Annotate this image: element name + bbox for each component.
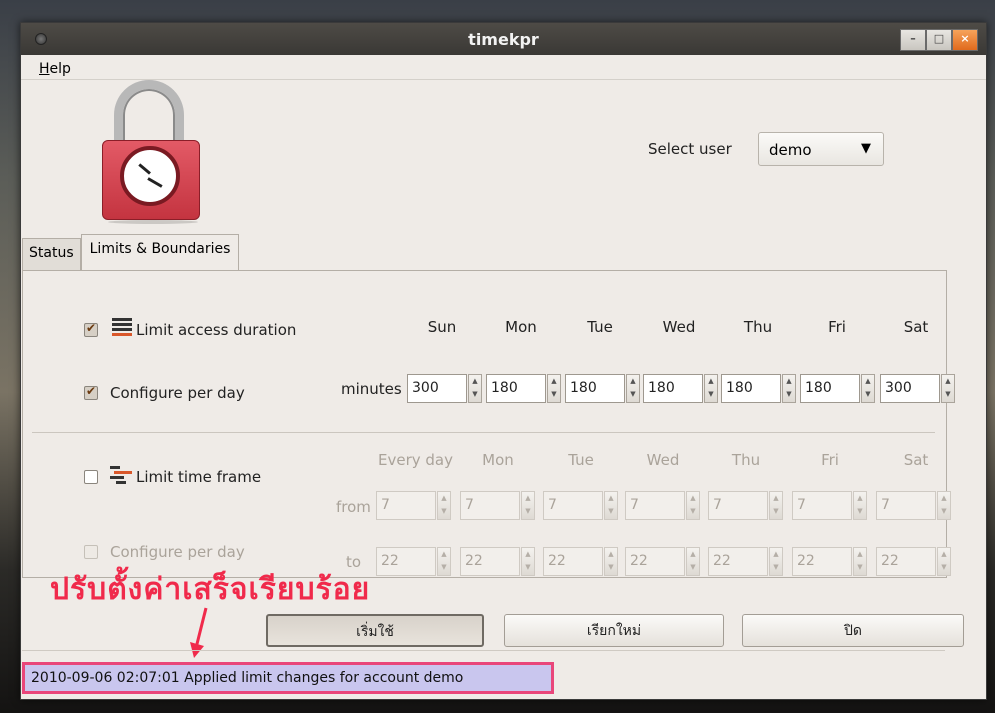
spinner-arrows-icon[interactable]: ▲ ▼ (604, 491, 618, 520)
spinner-arrows-icon[interactable]: ▲ ▼ (626, 374, 640, 403)
to-spinner[interactable]: 22 ▲ ▼ (708, 547, 784, 576)
tf-day-header: Fri (821, 451, 839, 469)
user-select[interactable]: demo ▼ (758, 132, 884, 166)
day-header: Sun (427, 318, 457, 336)
status-bar: 2010-09-06 02:07:01 Applied limit change… (22, 662, 554, 694)
title-bar[interactable]: timekpr – □ × (21, 23, 986, 55)
minutes-spinner-tue[interactable]: 180 ▲ ▼ (565, 374, 641, 403)
day-header: Fri (828, 318, 846, 336)
limit-access-label: Limit access duration (136, 321, 297, 339)
menu-help[interactable]: Help (39, 61, 71, 77)
select-user-label: Select user (648, 140, 732, 158)
spinner-arrows-icon[interactable]: ▲ ▼ (604, 547, 618, 576)
menu-bar: Help (21, 55, 986, 80)
tf-day-header: Tue (568, 451, 594, 469)
spinner-arrows-icon[interactable]: ▲ ▼ (547, 374, 561, 403)
from-spinner[interactable]: 7 ▲ ▼ (543, 491, 619, 520)
maximize-button[interactable]: □ (926, 29, 952, 51)
tf-day-header: Sat (903, 451, 929, 469)
to-spinner[interactable]: 22 ▲ ▼ (460, 547, 536, 576)
day-header: Wed (662, 318, 696, 336)
day-header: Thu (743, 318, 773, 336)
minutes-spinner-sat[interactable]: 300 ▲ ▼ (880, 374, 956, 403)
from-spinner[interactable]: 7 ▲ ▼ (625, 491, 701, 520)
tf-day-header: Mon (482, 451, 514, 469)
spinner-arrows-icon[interactable]: ▲ ▼ (861, 374, 875, 403)
spinner-arrows-icon[interactable]: ▲ ▼ (937, 491, 951, 520)
limit-time-frame-label: Limit time frame (136, 468, 262, 486)
to-spinner[interactable]: 22 ▲ ▼ (625, 547, 701, 576)
annotation-text: ปรับตั้งค่าเสร็จเรียบร้อย (50, 572, 371, 607)
from-spinner[interactable]: 7 ▲ ▼ (708, 491, 784, 520)
day-header: Tue (587, 318, 613, 336)
to-spinner[interactable]: 22 ▲ ▼ (543, 547, 619, 576)
minutes-spinner-thu[interactable]: 180 ▲ ▼ (721, 374, 797, 403)
limit-time-frame-checkbox[interactable] (84, 470, 98, 484)
close-button[interactable]: ปิด (742, 614, 964, 647)
timekpr-lock-logo-icon (102, 80, 200, 224)
day-header: Mon (505, 318, 537, 336)
tf-day-header: Wed (646, 451, 680, 469)
spinner-arrows-icon[interactable]: ▲ ▼ (686, 491, 700, 520)
spinner-arrows-icon[interactable]: ▲ ▼ (468, 374, 482, 403)
from-spinner[interactable]: 7 ▲ ▼ (376, 491, 452, 520)
minutes-spinner-sun[interactable]: 300 ▲ ▼ (407, 374, 483, 403)
spinner-arrows-icon[interactable]: ▲ ▼ (769, 547, 783, 576)
spinner-arrows-icon[interactable]: ▲ ▼ (782, 374, 796, 403)
limits-panel (22, 270, 947, 578)
spinner-arrows-icon[interactable]: ▲ ▼ (853, 491, 867, 520)
spinner-arrows-icon[interactable]: ▲ ▼ (704, 374, 718, 403)
minutes-spinner-wed[interactable]: 180 ▲ ▼ (643, 374, 719, 403)
minutes-spinner-mon[interactable]: 180 ▲ ▼ (486, 374, 562, 403)
spinner-arrows-icon[interactable]: ▲ ▼ (941, 374, 955, 403)
tab-limits-boundaries[interactable]: Limits & Boundaries (80, 234, 240, 271)
spinner-arrows-icon[interactable]: ▲ ▼ (437, 547, 451, 576)
spinner-arrows-icon[interactable]: ▲ ▼ (521, 491, 535, 520)
tf-day-header: Thu (731, 451, 761, 469)
spinner-arrows-icon[interactable]: ▲ ▼ (937, 547, 951, 576)
minutes-label: minutes (341, 380, 402, 398)
window-title: timekpr (468, 30, 539, 49)
user-select-value: demo (769, 141, 812, 159)
from-spinner[interactable]: 7 ▲ ▼ (460, 491, 536, 520)
to-spinner[interactable]: 22 ▲ ▼ (376, 547, 452, 576)
spinner-arrows-icon[interactable]: ▲ ▼ (521, 547, 535, 576)
to-spinner[interactable]: 22 ▲ ▼ (876, 547, 952, 576)
tf-configure-per-day-label: Configure per day (110, 543, 245, 561)
to-spinner[interactable]: 22 ▲ ▼ (792, 547, 868, 576)
limit-duration-icon (112, 318, 132, 338)
configure-per-day-label: Configure per day (110, 384, 245, 402)
every-day-header: Every day (378, 451, 453, 469)
limit-access-checkbox[interactable] (84, 321, 98, 337)
status-separator (22, 650, 945, 651)
apply-button[interactable]: เริ่มใช้ (266, 614, 484, 647)
close-window-button[interactable]: × (952, 29, 978, 51)
spinner-arrows-icon[interactable]: ▲ ▼ (769, 491, 783, 520)
configure-per-day-checkbox[interactable] (84, 384, 98, 400)
from-label: from (336, 498, 371, 516)
day-header: Sat (903, 318, 929, 336)
from-spinner[interactable]: 7 ▲ ▼ (792, 491, 868, 520)
time-frame-icon (110, 466, 132, 484)
from-spinner[interactable]: 7 ▲ ▼ (876, 491, 952, 520)
section-divider (32, 432, 935, 433)
spinner-arrows-icon[interactable]: ▲ ▼ (853, 547, 867, 576)
chevron-down-icon: ▼ (861, 141, 871, 156)
spinner-arrows-icon[interactable]: ▲ ▼ (686, 547, 700, 576)
minimize-button[interactable]: – (900, 29, 926, 51)
minutes-spinner-fri[interactable]: 180 ▲ ▼ (800, 374, 876, 403)
tf-configure-per-day-checkbox[interactable] (84, 545, 98, 559)
reset-button[interactable]: เรียกใหม่ (504, 614, 724, 647)
spinner-arrows-icon[interactable]: ▲ ▼ (437, 491, 451, 520)
